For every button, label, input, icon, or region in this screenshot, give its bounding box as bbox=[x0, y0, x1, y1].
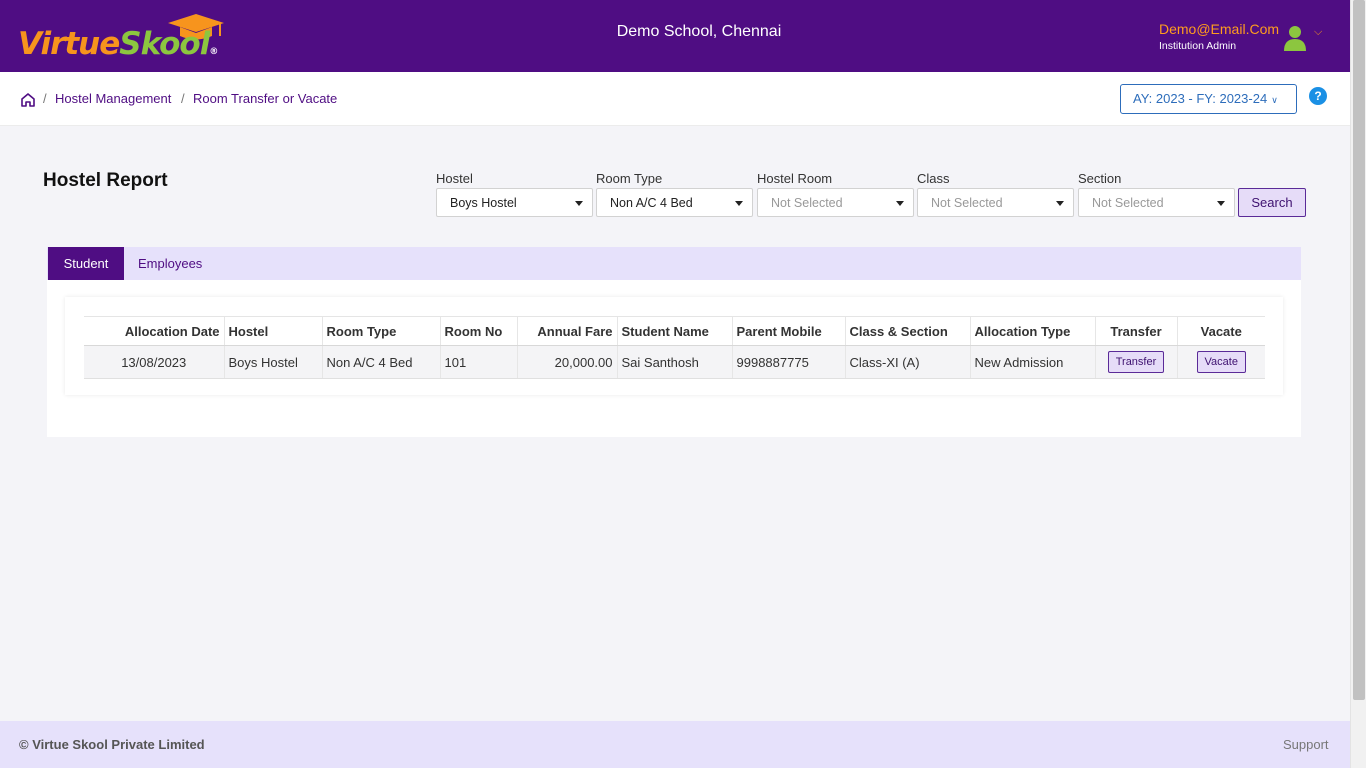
column-header-class-section: Class & Section bbox=[844, 316, 970, 346]
tab-strip bbox=[47, 247, 1301, 280]
home-icon[interactable] bbox=[20, 92, 36, 108]
cell-annual-fare: 20,000.00 bbox=[516, 345, 617, 379]
cell-room-no: 101 bbox=[439, 345, 517, 379]
hostel-filter-value: Boys Hostel bbox=[450, 196, 517, 210]
cell-hostel: Boys Hostel bbox=[223, 345, 322, 379]
help-icon[interactable]: ? bbox=[1309, 87, 1327, 105]
breadcrumb-hostel-management[interactable]: Hostel Management bbox=[55, 91, 171, 106]
column-header-room-no: Room No bbox=[439, 316, 517, 346]
hostel-room-filter-select[interactable]: Not Selected bbox=[757, 188, 914, 217]
cell-student-name: Sai Santhosh bbox=[616, 345, 732, 379]
cell-allocation-date: 13/08/2023 bbox=[84, 345, 224, 379]
chevron-down-icon: ∨ bbox=[1271, 95, 1278, 105]
column-header-hostel: Hostel bbox=[223, 316, 322, 346]
section-filter-label: Section bbox=[1078, 171, 1122, 186]
cell-transfer: Transfer bbox=[1094, 345, 1177, 379]
academic-year-select[interactable]: AY: 2023 - FY: 2023-24 ∨ bbox=[1120, 84, 1297, 114]
dropdown-caret-icon bbox=[1217, 201, 1225, 206]
scrollbar-thumb[interactable] bbox=[1353, 0, 1365, 700]
dropdown-caret-icon bbox=[1056, 201, 1064, 206]
table-row: 13/08/2023 Boys Hostel Non A/C 4 Bed 101… bbox=[84, 345, 1265, 379]
chevron-down-icon[interactable]: ⌵ bbox=[1314, 26, 1322, 39]
cell-room-type: Non A/C 4 Bed bbox=[321, 345, 440, 379]
hostel-room-filter-value: Not Selected bbox=[771, 196, 843, 210]
tab-employees[interactable]: Employees bbox=[138, 247, 202, 280]
room-type-filter-value: Non A/C 4 Bed bbox=[610, 196, 693, 210]
dropdown-caret-icon bbox=[735, 201, 743, 206]
page-scrollbar[interactable] bbox=[1350, 0, 1366, 768]
user-avatar-icon[interactable] bbox=[1283, 24, 1307, 52]
column-header-room-type: Room Type bbox=[321, 316, 440, 346]
breadcrumb-separator: / bbox=[43, 91, 47, 106]
breadcrumb-room-transfer: Room Transfer or Vacate bbox=[193, 91, 338, 106]
column-header-vacate: Vacate bbox=[1176, 316, 1265, 346]
column-header-parent-mobile: Parent Mobile bbox=[731, 316, 845, 346]
column-header-transfer: Transfer bbox=[1094, 316, 1177, 346]
page-title: Hostel Report bbox=[43, 170, 168, 191]
table-header-row: Allocation Date Hostel Room Type Room No… bbox=[84, 316, 1265, 346]
hostel-filter-select[interactable]: Boys Hostel bbox=[436, 188, 593, 217]
breadcrumb-separator: / bbox=[181, 91, 185, 106]
hostel-filter-label: Hostel bbox=[436, 171, 473, 186]
section-filter-value: Not Selected bbox=[1092, 196, 1164, 210]
vacate-button[interactable]: Vacate bbox=[1196, 351, 1246, 373]
search-button[interactable]: Search bbox=[1238, 188, 1306, 217]
cell-allocation-type: New Admission bbox=[969, 345, 1095, 379]
academic-year-value: AY: 2023 - FY: 2023-24 bbox=[1133, 91, 1268, 106]
column-header-annual-fare: Annual Fare bbox=[516, 316, 617, 346]
room-type-filter-select[interactable]: Non A/C 4 Bed bbox=[596, 188, 753, 217]
column-header-student-name: Student Name bbox=[616, 316, 732, 346]
support-link[interactable]: Support bbox=[1283, 737, 1329, 752]
cell-parent-mobile: 9998887775 bbox=[731, 345, 845, 379]
column-header-allocation-type: Allocation Type bbox=[969, 316, 1095, 346]
column-header-allocation-date: Allocation Date bbox=[84, 316, 224, 346]
transfer-button[interactable]: Transfer bbox=[1107, 351, 1165, 373]
class-filter-select[interactable]: Not Selected bbox=[917, 188, 1074, 217]
class-filter-label: Class bbox=[917, 171, 950, 186]
user-role: Institution Admin bbox=[1159, 40, 1237, 52]
room-type-filter-label: Room Type bbox=[596, 171, 663, 186]
cell-vacate: Vacate bbox=[1176, 345, 1265, 379]
cell-class-section: Class-XI (A) bbox=[844, 345, 970, 379]
tab-student[interactable]: Student bbox=[48, 247, 124, 280]
copyright-text: © Virtue Skool Private Limited bbox=[19, 737, 205, 752]
section-filter-select[interactable]: Not Selected bbox=[1078, 188, 1235, 217]
allocation-table: Allocation Date Hostel Room Type Room No… bbox=[84, 316, 1265, 379]
dropdown-caret-icon bbox=[896, 201, 904, 206]
hostel-room-filter-label: Hostel Room bbox=[757, 171, 833, 186]
class-filter-value: Not Selected bbox=[931, 196, 1003, 210]
dropdown-caret-icon bbox=[575, 201, 583, 206]
user-email[interactable]: Demo@Email.Com bbox=[1159, 21, 1279, 37]
